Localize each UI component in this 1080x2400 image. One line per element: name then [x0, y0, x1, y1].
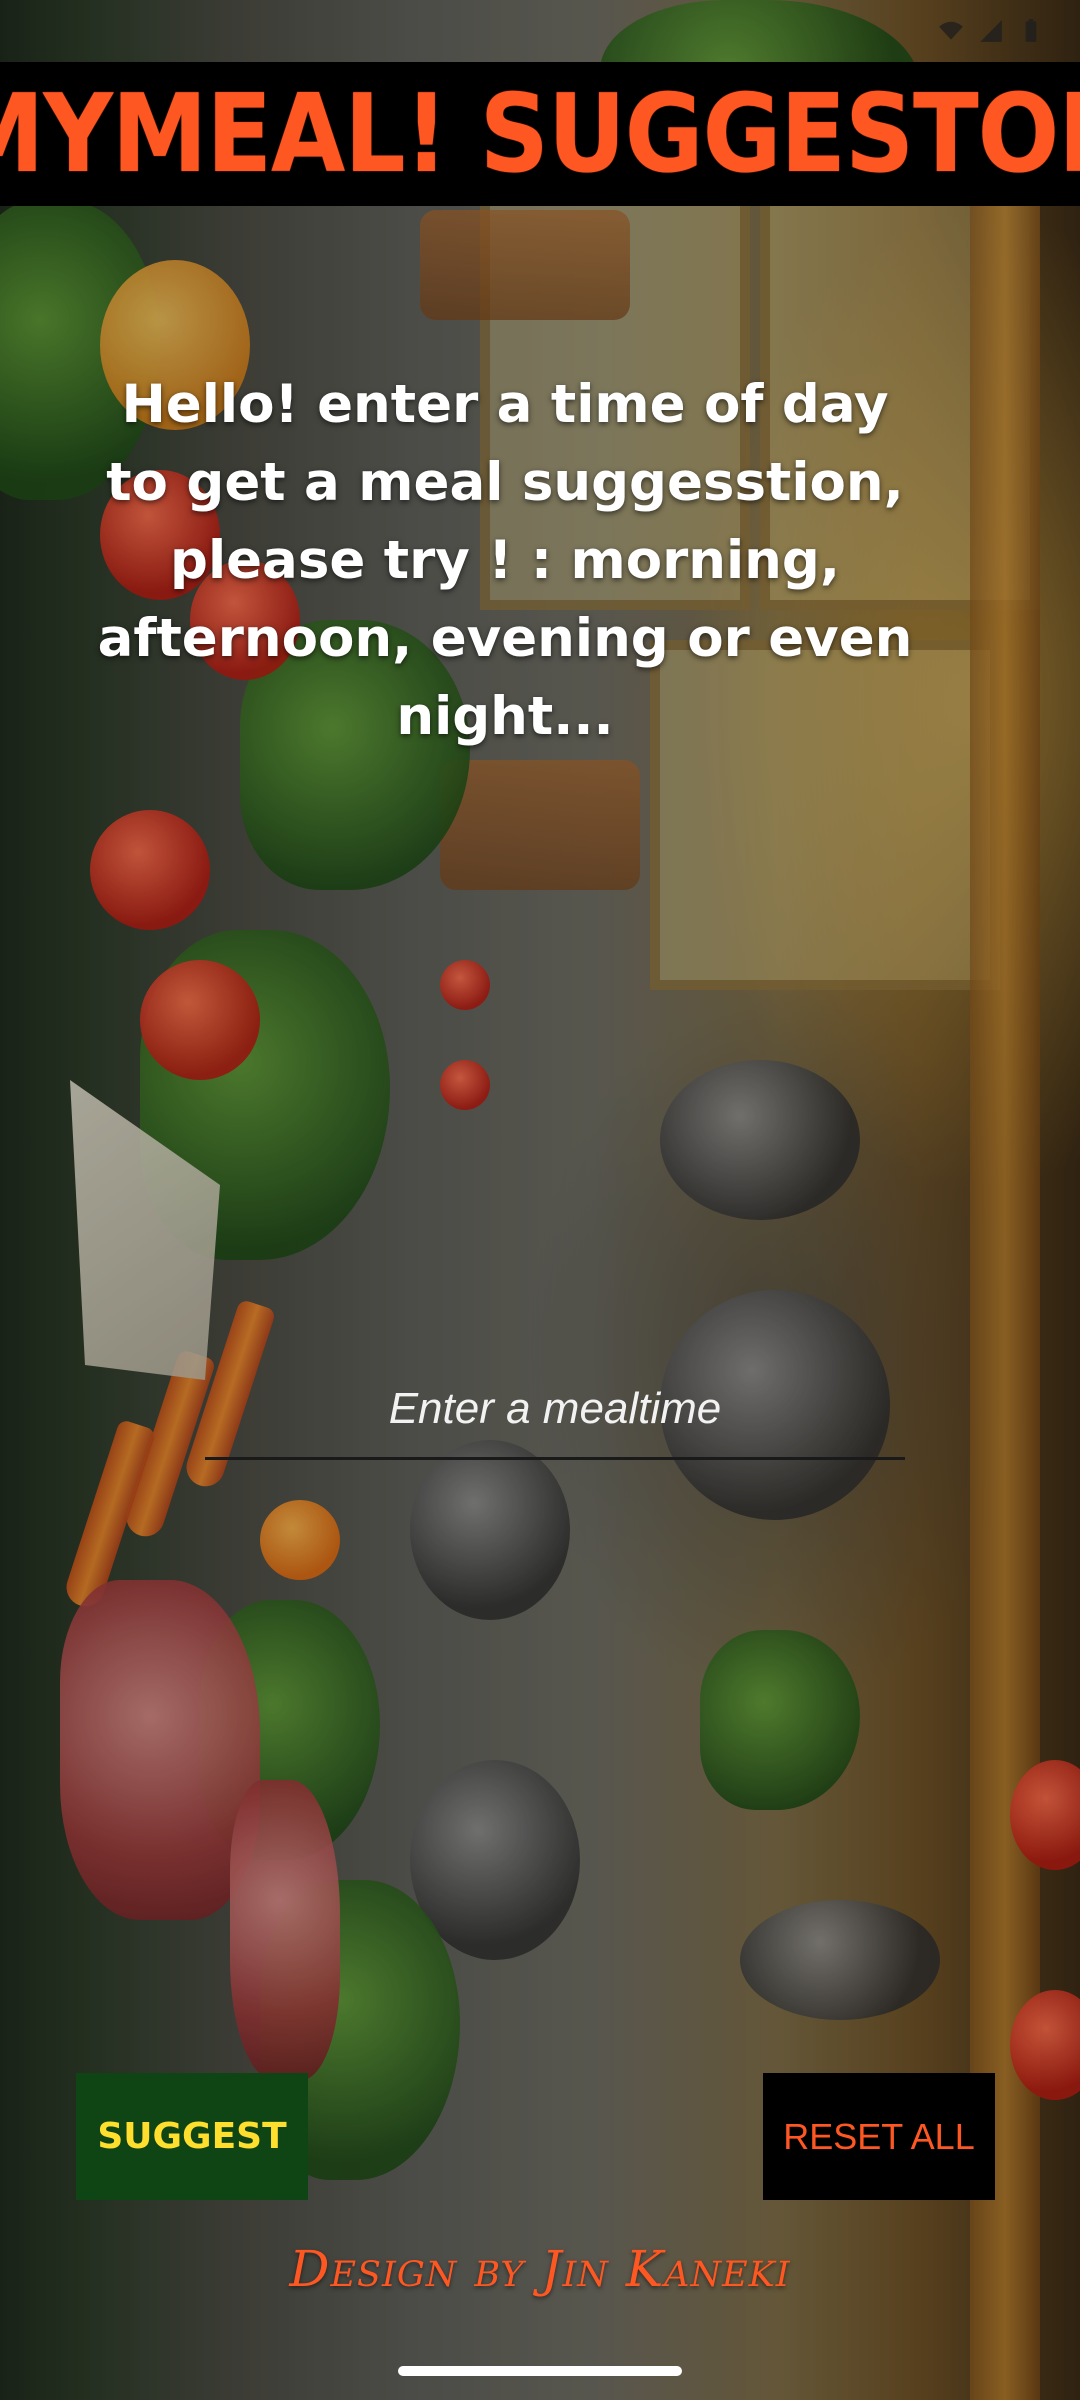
- app-title-bar: MYMEAL! SUGGESTOR: [0, 62, 1080, 206]
- signal-icon: [980, 20, 1002, 42]
- mealtime-input[interactable]: [205, 1360, 905, 1460]
- suggest-button[interactable]: SUGGEST: [76, 2073, 308, 2200]
- status-bar: [0, 0, 1080, 62]
- wifi-icon: [939, 21, 963, 40]
- status-bar-right: [938, 18, 1044, 44]
- home-gesture-indicator[interactable]: [398, 2366, 682, 2376]
- designer-credit: Design by Jin Kaneki: [289, 2240, 791, 2298]
- app-title: MYMEAL! SUGGESTOR: [0, 71, 1080, 197]
- kitchen-background-image: [0, 0, 1080, 2400]
- reset-all-button[interactable]: RESET ALL: [763, 2073, 995, 2200]
- battery-icon: [1025, 19, 1037, 42]
- instruction-text: Hello! enter a time of day to get a meal…: [97, 374, 913, 747]
